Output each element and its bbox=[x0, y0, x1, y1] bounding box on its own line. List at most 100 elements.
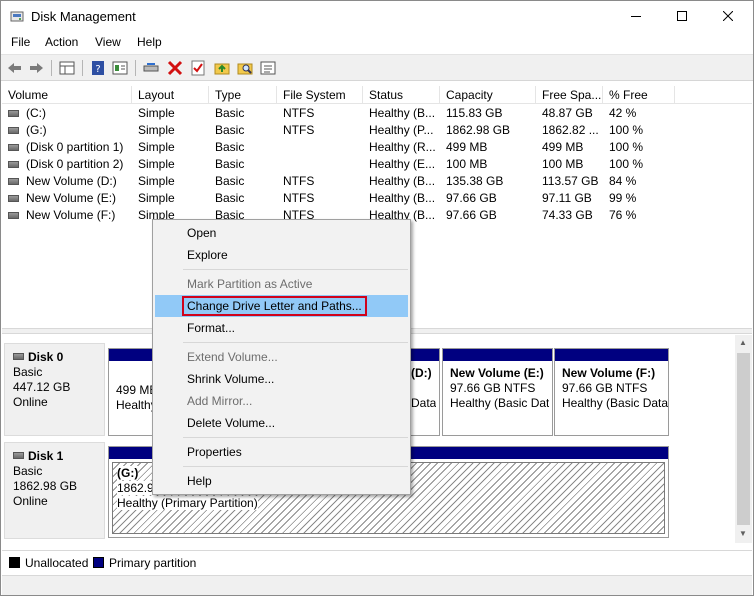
menu-separator bbox=[183, 466, 408, 467]
volume-name: New Volume (D:) bbox=[26, 174, 117, 188]
menu-item-extend-volume[interactable]: Extend Volume... bbox=[155, 346, 408, 368]
menu-item-change-drive-letter[interactable]: Change Drive Letter and Paths... bbox=[155, 295, 408, 317]
disk-type: Basic bbox=[13, 365, 43, 379]
menu-item-format[interactable]: Format... bbox=[155, 317, 408, 339]
grid-icon[interactable] bbox=[58, 59, 76, 77]
partition-info: New Volume (E:) 97.66 GB NTFS Healthy (B… bbox=[450, 366, 549, 411]
disk-0-label[interactable]: Disk 0 Basic 447.12 GB Online bbox=[4, 343, 105, 436]
back-arrow-icon[interactable] bbox=[6, 59, 24, 77]
partition-disk0-f[interactable]: New Volume (F:) 97.66 GB NTFS Healthy (B… bbox=[554, 348, 669, 436]
partition-bar bbox=[109, 349, 153, 361]
menu-item-open[interactable]: Open bbox=[155, 222, 408, 244]
context-menu: Open Explore Mark Partition as Active Ch… bbox=[152, 219, 411, 495]
properties-icon[interactable] bbox=[111, 59, 129, 77]
menu-item-delete-volume[interactable]: Delete Volume... bbox=[155, 412, 408, 434]
legend-unallocated: Unallocated bbox=[25, 556, 89, 570]
checklist-icon[interactable] bbox=[189, 59, 207, 77]
partition-disk0-e[interactable]: New Volume (E:) 97.66 GB NTFS Healthy (B… bbox=[442, 348, 553, 436]
volume-layout: Simple bbox=[138, 123, 175, 137]
volume-name: New Volume (F:) bbox=[26, 208, 116, 222]
column-type[interactable]: Type bbox=[209, 86, 277, 104]
graphical-view-scrollbar[interactable]: ▲ ▼ bbox=[735, 335, 752, 543]
column-free-space[interactable]: Free Spa... bbox=[536, 86, 603, 104]
scroll-up-arrow-icon[interactable]: ▲ bbox=[739, 338, 747, 347]
volume-layout: Simple bbox=[138, 106, 175, 120]
volume-name: (C:) bbox=[26, 106, 46, 120]
menu-file[interactable]: File bbox=[9, 35, 32, 49]
menu-view[interactable]: View bbox=[93, 35, 123, 49]
close-button[interactable] bbox=[705, 1, 751, 31]
volume-file-system: NTFS bbox=[283, 174, 315, 188]
minimize-button[interactable] bbox=[613, 1, 659, 31]
toolbar-separator bbox=[82, 60, 83, 76]
menu-item-label: Open bbox=[187, 226, 217, 240]
drive-icon bbox=[8, 212, 19, 219]
disk-name: Disk 0 bbox=[28, 350, 64, 364]
volume-name: New Volume (E:) bbox=[26, 191, 117, 205]
partition-status: Healthy (Basic Data bbox=[562, 396, 669, 410]
menu-item-label: Help bbox=[187, 474, 212, 488]
volume-row[interactable]: (Disk 0 partition 1) Simple Basic Health… bbox=[2, 139, 752, 156]
disk-icon bbox=[13, 452, 24, 459]
column-percent-free[interactable]: % Free bbox=[603, 86, 675, 104]
scroll-thumb[interactable] bbox=[737, 353, 750, 525]
volume-status: Healthy (B... bbox=[369, 106, 436, 120]
toolbar-separator bbox=[51, 60, 52, 76]
title-bar: Disk Management bbox=[1, 1, 753, 32]
volume-row[interactable]: New Volume (D:) Simple Basic NTFS Health… bbox=[2, 173, 752, 190]
menu-item-label: Add Mirror... bbox=[187, 394, 253, 408]
column-volume[interactable]: Volume bbox=[2, 86, 132, 104]
volume-free-space: 1862.82 ... bbox=[542, 123, 599, 137]
menu-separator bbox=[183, 342, 408, 343]
menu-item-shrink-volume[interactable]: Shrink Volume... bbox=[155, 368, 408, 390]
disk-management-window: Disk Management File Action View Help ? bbox=[0, 0, 754, 596]
menu-item-mark-active[interactable]: Mark Partition as Active bbox=[155, 273, 408, 295]
column-status[interactable]: Status bbox=[363, 86, 440, 104]
volume-file-system bbox=[277, 139, 363, 156]
volume-free-space: 48.87 GB bbox=[542, 106, 593, 120]
volume-percent-free: 42 % bbox=[609, 106, 637, 120]
volume-row[interactable]: New Volume (E:) Simple Basic NTFS Health… bbox=[2, 190, 752, 207]
folder-up-icon[interactable] bbox=[213, 59, 231, 77]
help-book-icon[interactable]: ? bbox=[89, 59, 107, 77]
menu-help[interactable]: Help bbox=[135, 35, 164, 49]
partition-name: New Volume (F:) bbox=[562, 366, 656, 380]
menu-item-explore[interactable]: Explore bbox=[155, 244, 408, 266]
list-icon[interactable] bbox=[259, 59, 277, 77]
delete-x-icon[interactable] bbox=[166, 59, 184, 77]
volume-row[interactable]: (C:) Simple Basic NTFS Healthy (B... 115… bbox=[2, 105, 752, 122]
maximize-button[interactable] bbox=[659, 1, 705, 31]
menu-item-label: Shrink Volume... bbox=[187, 372, 275, 386]
partition-size: 97.66 GB NTFS bbox=[562, 381, 648, 395]
disk-icon bbox=[13, 353, 24, 360]
volume-layout: Simple bbox=[138, 174, 175, 188]
volume-type: Basic bbox=[215, 140, 245, 154]
menu-item-add-mirror[interactable]: Add Mirror... bbox=[155, 390, 408, 412]
menu-action[interactable]: Action bbox=[43, 35, 80, 49]
volume-name: (G:) bbox=[26, 123, 47, 137]
column-capacity[interactable]: Capacity bbox=[440, 86, 536, 104]
volume-file-system: NTFS bbox=[283, 191, 315, 205]
partition-disk0-1[interactable]: 499 MB Healthy bbox=[108, 348, 157, 436]
volume-file-system bbox=[277, 156, 363, 173]
menu-item-help[interactable]: Help bbox=[155, 470, 408, 492]
column-layout[interactable]: Layout bbox=[132, 86, 209, 104]
menu-item-label: Delete Volume... bbox=[187, 416, 276, 430]
primary-partition-swatch bbox=[93, 557, 104, 568]
menu-item-label: Properties bbox=[187, 445, 242, 459]
scroll-down-arrow-icon[interactable]: ▼ bbox=[739, 529, 747, 538]
partition-status: Healthy (Basic Dat bbox=[450, 396, 550, 410]
volume-row[interactable]: (Disk 0 partition 2) Simple Basic Health… bbox=[2, 156, 752, 173]
volume-status: Healthy (R... bbox=[369, 140, 436, 154]
volume-percent-free: 99 % bbox=[609, 191, 637, 205]
column-file-system[interactable]: File System bbox=[277, 86, 363, 104]
disk-1-label[interactable]: Disk 1 Basic 1862.98 GB Online bbox=[4, 442, 105, 539]
volume-row[interactable]: (G:) Simple Basic NTFS Healthy (P... 186… bbox=[2, 122, 752, 139]
partition-name: (G:) bbox=[117, 466, 139, 480]
volume-free-space: 74.33 GB bbox=[542, 208, 593, 222]
forward-arrow-icon[interactable] bbox=[27, 59, 45, 77]
connect-icon[interactable] bbox=[142, 59, 160, 77]
partition-info: (D:) Data bbox=[411, 366, 436, 411]
menu-item-properties[interactable]: Properties bbox=[155, 441, 408, 463]
folder-search-icon[interactable] bbox=[236, 59, 254, 77]
